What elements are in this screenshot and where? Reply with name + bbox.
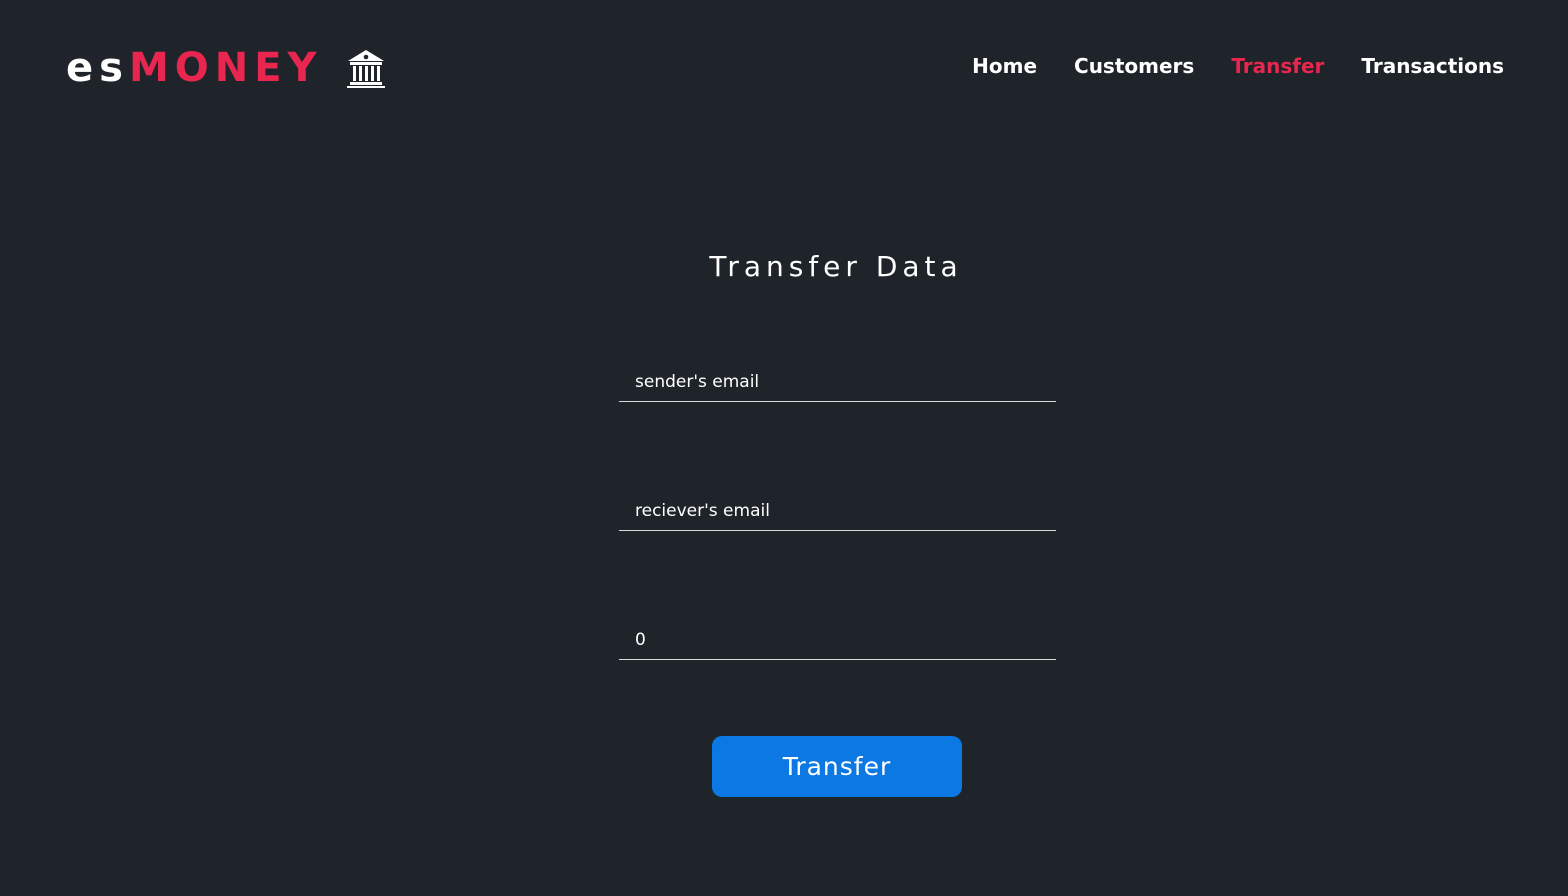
brand-prefix: es [66, 45, 129, 91]
bank-icon [345, 47, 387, 89]
form-title: Transfer Data [709, 250, 963, 283]
transfer-button[interactable]: Transfer [712, 736, 962, 797]
brand-name: MONEY [128, 45, 323, 91]
nav-link-home[interactable]: Home [972, 52, 1037, 80]
nav-link-transfer[interactable]: Transfer [1231, 52, 1324, 80]
nav-link-customers[interactable]: Customers [1074, 52, 1194, 80]
brand-logo[interactable]: es MONEY [66, 42, 387, 94]
nav-link-transactions[interactable]: Transactions [1361, 52, 1504, 80]
page: es MONEY Home Customers Transfer Transact… [0, 0, 1568, 896]
receiver-email-input[interactable] [619, 491, 1056, 531]
main-nav: Home Customers Transfer Transactions [972, 52, 1504, 80]
amount-input[interactable] [619, 620, 1056, 660]
sender-email-input[interactable] [619, 362, 1056, 402]
